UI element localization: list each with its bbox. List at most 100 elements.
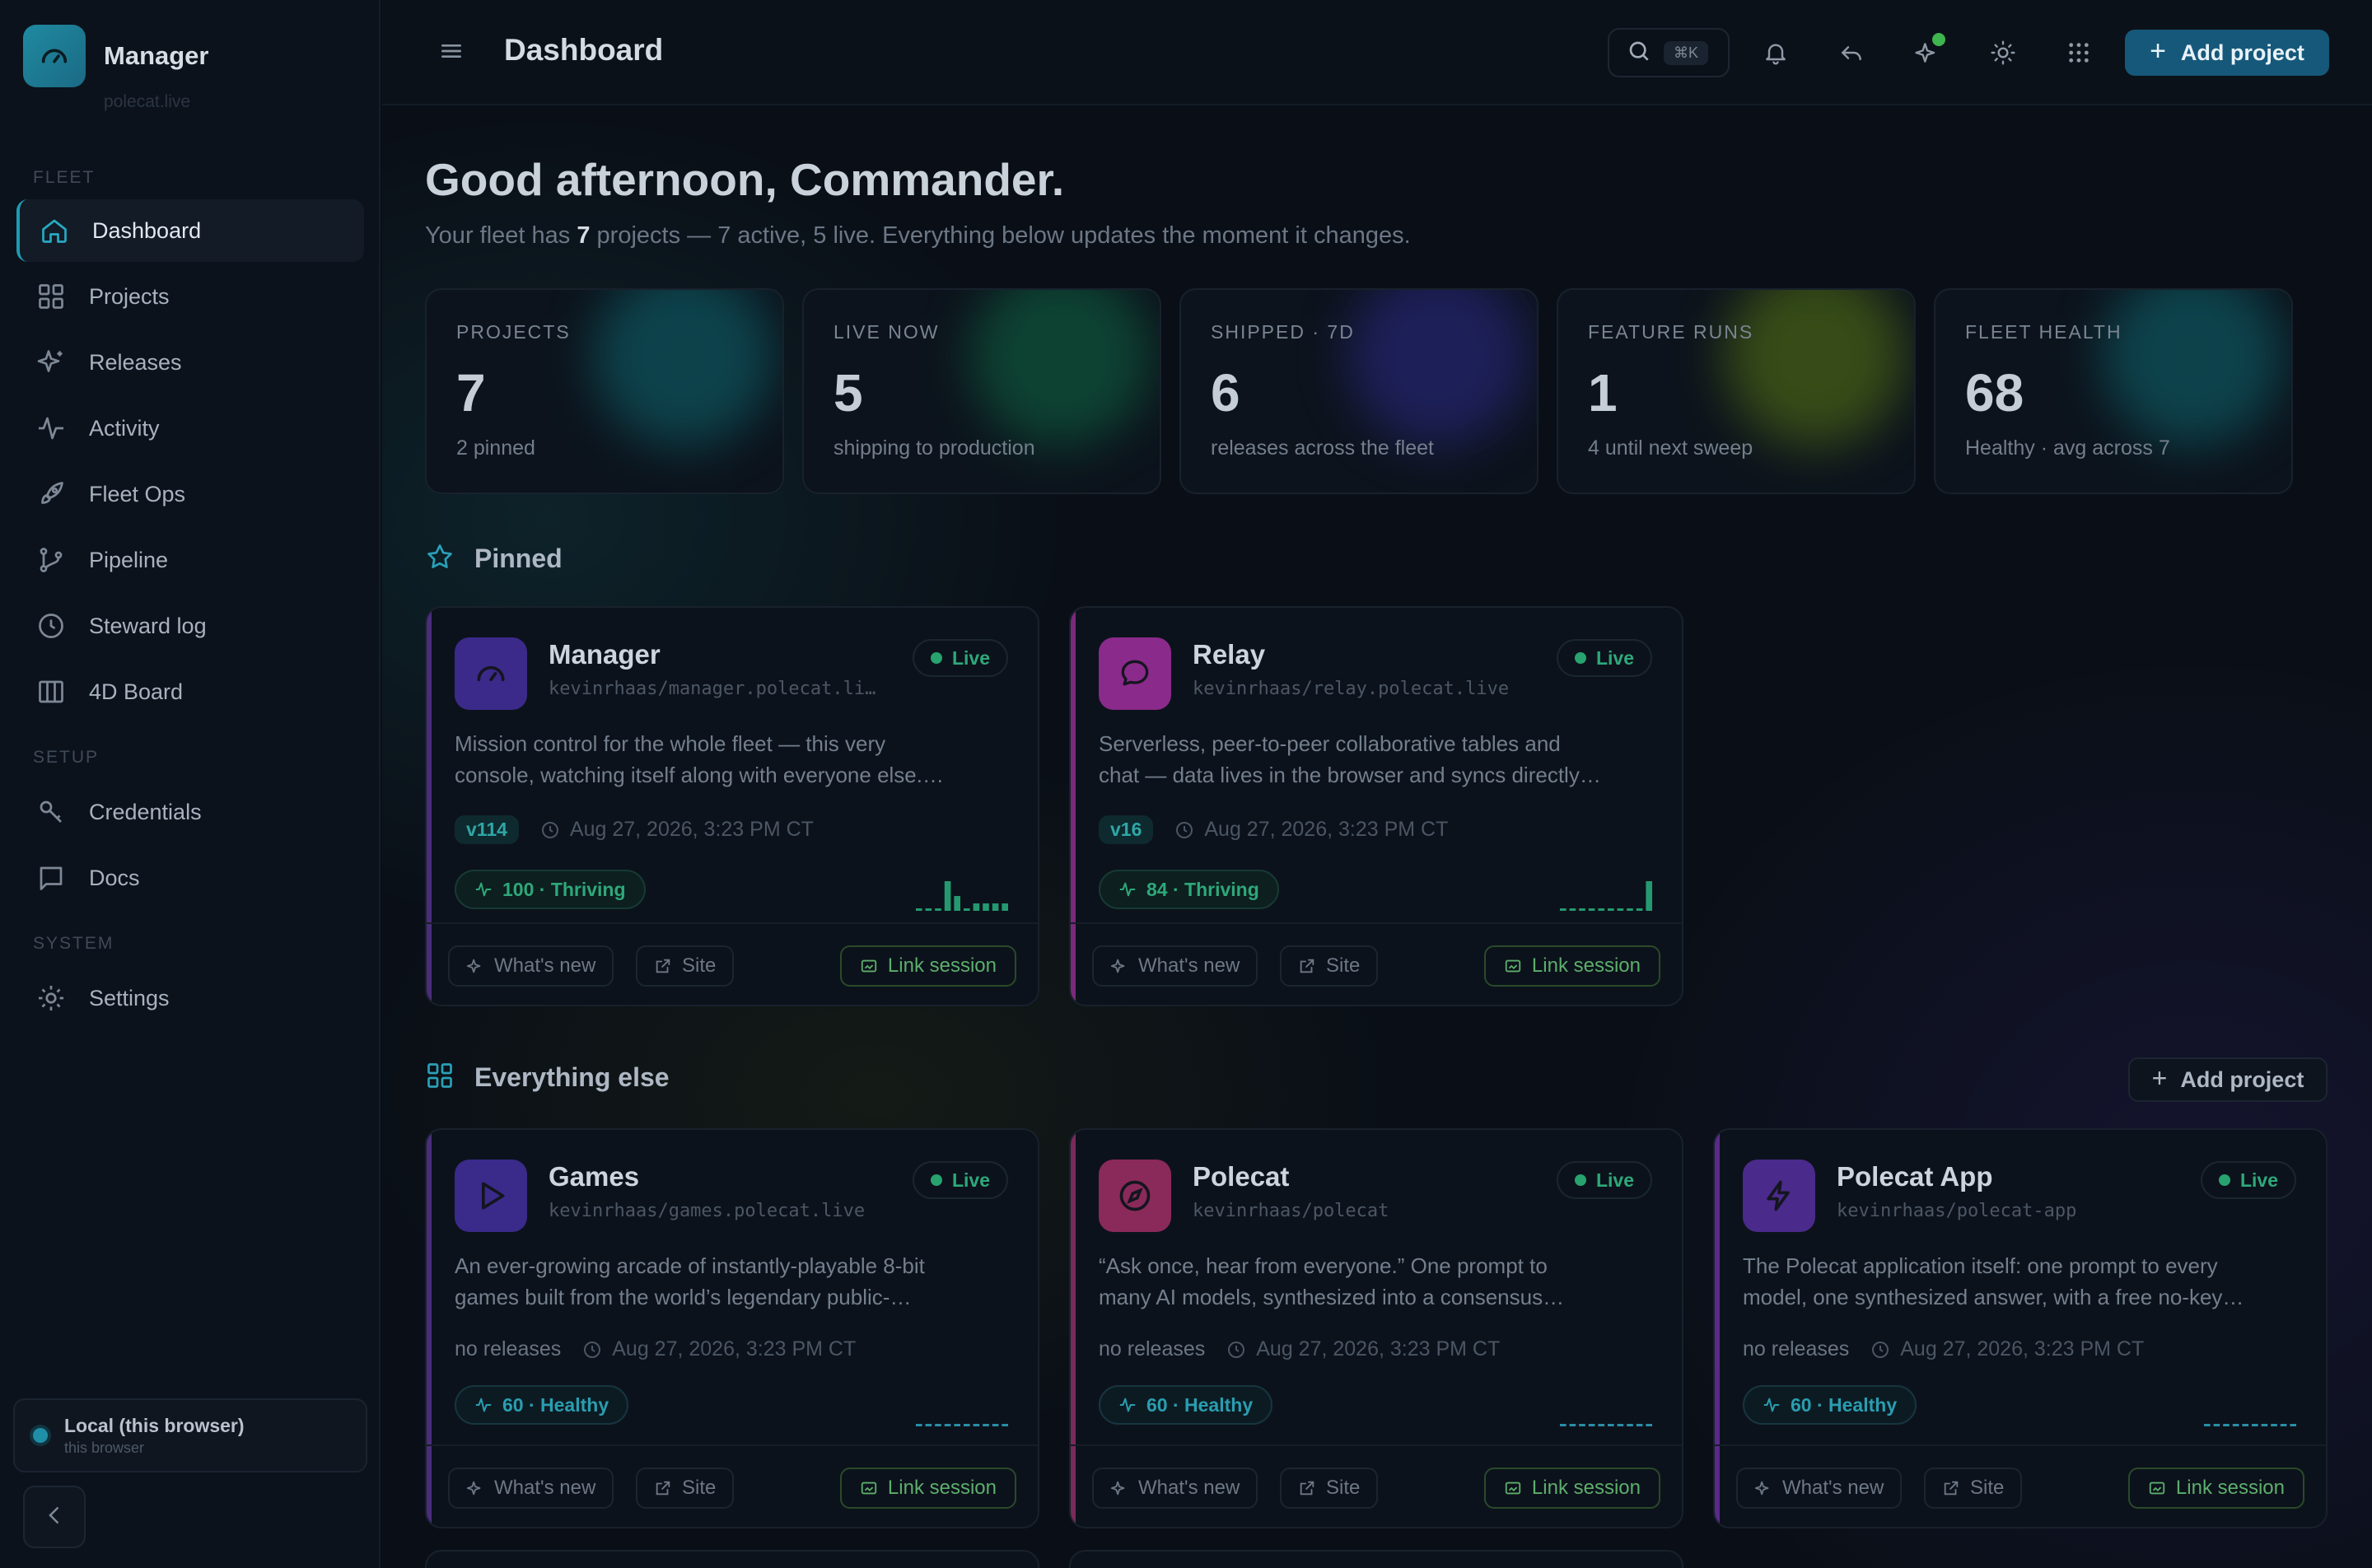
activity-sparkline xyxy=(2202,1385,2298,1426)
apps-grid-icon[interactable] xyxy=(2062,36,2095,69)
sidebar-item-label: Settings xyxy=(89,985,170,1010)
whats-new-button[interactable]: What's new xyxy=(1092,945,1258,987)
live-dot xyxy=(1574,652,1586,664)
nav-section-fleet: FLEET xyxy=(33,168,96,187)
sidebar-item-label: Pipeline xyxy=(89,547,169,572)
stat-glow xyxy=(1347,290,1529,446)
health-pill: 84 · Thriving xyxy=(1099,870,1279,909)
sparkle-icon xyxy=(1754,1479,1772,1497)
sidebar-item-label: Fleet Ops xyxy=(89,481,186,506)
project-name[interactable]: Polecat App xyxy=(1837,1161,1992,1192)
project-card[interactable]: Polecat App kevinrhaas/polecat-app Live The… xyxy=(1713,1128,2328,1528)
project-card[interactable] xyxy=(425,1550,1039,1568)
sidebar-item-fleet-ops[interactable]: Fleet Ops xyxy=(16,463,364,525)
sidebar-item-activity[interactable]: Activity xyxy=(16,397,364,460)
stat-label: SHIPPED · 7D xyxy=(1211,321,1355,343)
whats-new-button[interactable]: What's new xyxy=(448,945,614,987)
key-icon xyxy=(35,796,68,828)
sidebar-item-dashboard[interactable]: Dashboard xyxy=(16,199,364,262)
spark-bar xyxy=(916,908,922,911)
sidebar-item-steward-log[interactable]: Steward log xyxy=(16,595,364,657)
stat-glow xyxy=(2102,290,2283,446)
project-name[interactable]: Manager xyxy=(549,639,661,670)
bell-icon[interactable] xyxy=(1759,36,1792,69)
site-button[interactable]: Site xyxy=(1280,1468,1379,1509)
rocket-icon xyxy=(35,478,68,511)
sidebar-item-settings[interactable]: Settings xyxy=(16,967,364,1029)
whats-new-button[interactable]: What's new xyxy=(1736,1468,1903,1509)
whats-new-button[interactable]: What's new xyxy=(1092,1468,1258,1509)
sidebar-item-credentials[interactable]: Credentials xyxy=(16,781,364,843)
project-repo: kevinrhaas/relay.polecat.live xyxy=(1193,679,1510,699)
spark-bar xyxy=(2242,1424,2248,1426)
sidebar-item-pipeline[interactable]: Pipeline xyxy=(16,529,364,591)
spark-bar xyxy=(2261,1424,2268,1426)
section-title: Pinned xyxy=(474,544,563,573)
clock-icon xyxy=(582,1340,602,1360)
brand-subtitle: polecat.live xyxy=(104,92,191,111)
clock-icon xyxy=(35,609,68,642)
add-project-button[interactable]: + Add project xyxy=(2125,30,2329,76)
spark-bar xyxy=(964,908,970,911)
project-name[interactable]: Relay xyxy=(1193,639,1265,670)
project-name[interactable]: Polecat xyxy=(1193,1161,1289,1192)
project-repo: kevinrhaas/polecat xyxy=(1193,1201,1389,1221)
site-button[interactable]: Site xyxy=(636,1468,735,1509)
status-badge: Live xyxy=(912,639,1008,677)
health-pill: 60 · Healthy xyxy=(1743,1385,1917,1425)
spark-bar xyxy=(1588,1424,1595,1426)
link-session-button[interactable]: Link session xyxy=(1483,945,1660,987)
theme-toggle-icon[interactable] xyxy=(1987,36,2019,69)
collapse-sidebar-button[interactable] xyxy=(23,1486,86,1548)
project-card[interactable]: Manager kevinrhaas/manager.polecat.li… Liv… xyxy=(425,606,1039,1006)
stat-card: FEATURE RUNS 1 4 until next sweep xyxy=(1557,288,1916,494)
site-button[interactable]: Site xyxy=(1924,1468,2023,1509)
spark-bar xyxy=(1579,1424,1585,1426)
add-project-secondary-button[interactable]: + Add project xyxy=(2128,1057,2328,1102)
project-card[interactable] xyxy=(1069,1550,1683,1568)
workspace-switcher[interactable]: Local (this browser) this browser xyxy=(13,1398,367,1472)
project-name[interactable]: Games xyxy=(549,1161,639,1192)
site-button[interactable]: Site xyxy=(636,945,735,987)
project-card[interactable]: Relay kevinrhaas/relay.polecat.live Live Se… xyxy=(1069,606,1683,1006)
sidebar-item-label: Projects xyxy=(89,283,170,309)
clock-icon xyxy=(1174,820,1194,840)
project-card[interactable]: Polecat kevinrhaas/polecat Live “Ask once, … xyxy=(1069,1128,1683,1528)
sidebar-item-docs[interactable]: Docs xyxy=(16,847,364,909)
pulse-icon xyxy=(1118,1396,1137,1414)
link-session-button[interactable]: Link session xyxy=(2127,1468,2304,1509)
menu-icon[interactable] xyxy=(438,38,465,68)
project-description: An ever-growing arcade of instantly-play… xyxy=(455,1253,925,1309)
site-button[interactable]: Site xyxy=(1280,945,1379,987)
project-meta: no releases Aug 27, 2026, 3:23 PM CT xyxy=(455,1337,856,1361)
stat-glow xyxy=(1725,290,1906,446)
updated-date: Aug 27, 2026, 3:23 PM CT xyxy=(1900,1337,2145,1360)
whats-new-button[interactable]: What's new xyxy=(448,1468,614,1509)
activity-sparkline xyxy=(914,1385,1010,1426)
updated-date: Aug 27, 2026, 3:23 PM CT xyxy=(1256,1337,1501,1360)
link-session-button[interactable]: Link session xyxy=(1483,1468,1660,1509)
project-repo: kevinrhaas/manager.polecat.li… xyxy=(549,679,876,699)
project-description: The Polecat application itself: one prom… xyxy=(1743,1253,2244,1309)
link-session-button[interactable]: Link session xyxy=(839,945,1016,987)
sidebar-item-releases[interactable]: Releases xyxy=(16,331,364,394)
sparkle-icon xyxy=(466,957,484,975)
ai-sparkle-icon[interactable] xyxy=(1911,33,1945,69)
sidebar-item-4d-board[interactable]: 4D Board xyxy=(16,660,364,723)
link-session-button[interactable]: Link session xyxy=(839,1468,1016,1509)
brand-name: Manager xyxy=(104,41,209,70)
project-card[interactable]: Games kevinrhaas/games.polecat.live Live An… xyxy=(425,1128,1039,1528)
topbar: Dashboard ⌘K + Add project xyxy=(382,0,2372,105)
sidebar-item-label: Steward log xyxy=(89,613,207,638)
undo-icon[interactable] xyxy=(1835,36,1868,69)
stat-card: SHIPPED · 7D 6 releases across the fleet xyxy=(1179,288,1539,494)
chat-square-icon xyxy=(35,861,68,894)
spark-bar xyxy=(925,908,932,911)
sidebar-item-projects[interactable]: Projects xyxy=(16,265,364,328)
card-footer: What's new Site Link session xyxy=(1071,1444,1682,1527)
section-pinned: Pinned xyxy=(425,542,563,576)
search-button[interactable]: ⌘K xyxy=(1608,28,1730,77)
section-title: Everything else xyxy=(474,1062,670,1092)
stat-glow xyxy=(593,290,774,446)
brand[interactable]: Manager xyxy=(23,25,208,87)
